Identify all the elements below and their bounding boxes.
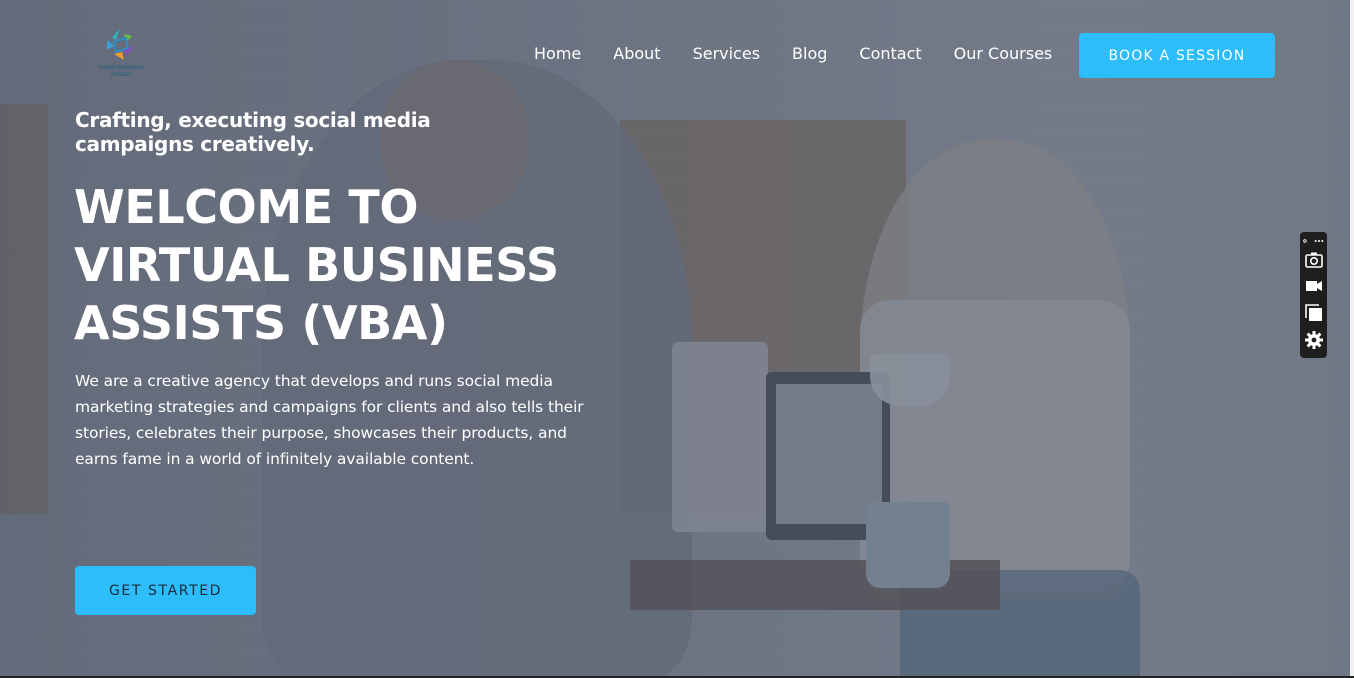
nav-our-courses[interactable]: Our Courses bbox=[954, 44, 1053, 63]
site-logo[interactable]: Virtual Business Assists bbox=[88, 26, 154, 82]
logo-icon bbox=[106, 28, 134, 60]
copy-icon[interactable] bbox=[1303, 303, 1325, 323]
nav-services[interactable]: Services bbox=[693, 44, 760, 63]
logo-text-line2: Assists bbox=[110, 71, 132, 78]
hero-description: We are a creative agency that develops a… bbox=[75, 372, 584, 468]
nav-contact[interactable]: Contact bbox=[859, 44, 921, 63]
nav-home[interactable]: Home bbox=[534, 44, 581, 63]
logo-text-line1: Virtual Business bbox=[97, 64, 145, 71]
book-session-button[interactable]: BOOK A SESSION bbox=[1079, 33, 1275, 78]
nav-blog[interactable]: Blog bbox=[792, 44, 827, 63]
nav-about[interactable]: About bbox=[613, 44, 660, 63]
logo-text: Virtual Business Assists bbox=[88, 64, 154, 78]
camera-icon[interactable] bbox=[1303, 250, 1325, 270]
hero-tagline: Crafting, executing social media campaig… bbox=[75, 108, 431, 156]
main-nav: Home About Services Blog Contact Our Cou… bbox=[534, 44, 1052, 63]
video-icon[interactable] bbox=[1303, 276, 1325, 296]
more-icon[interactable] bbox=[1314, 235, 1324, 247]
get-started-button[interactable]: GET STARTED bbox=[75, 566, 256, 615]
hero-title: WELCOME TO VIRTUAL BUSINESS ASSISTS (VBA… bbox=[74, 180, 559, 350]
scrollbar-track[interactable] bbox=[1350, 0, 1354, 678]
pin-icon[interactable] bbox=[1303, 235, 1313, 247]
capture-toolbar bbox=[1300, 232, 1327, 358]
gear-icon[interactable] bbox=[1303, 330, 1325, 350]
